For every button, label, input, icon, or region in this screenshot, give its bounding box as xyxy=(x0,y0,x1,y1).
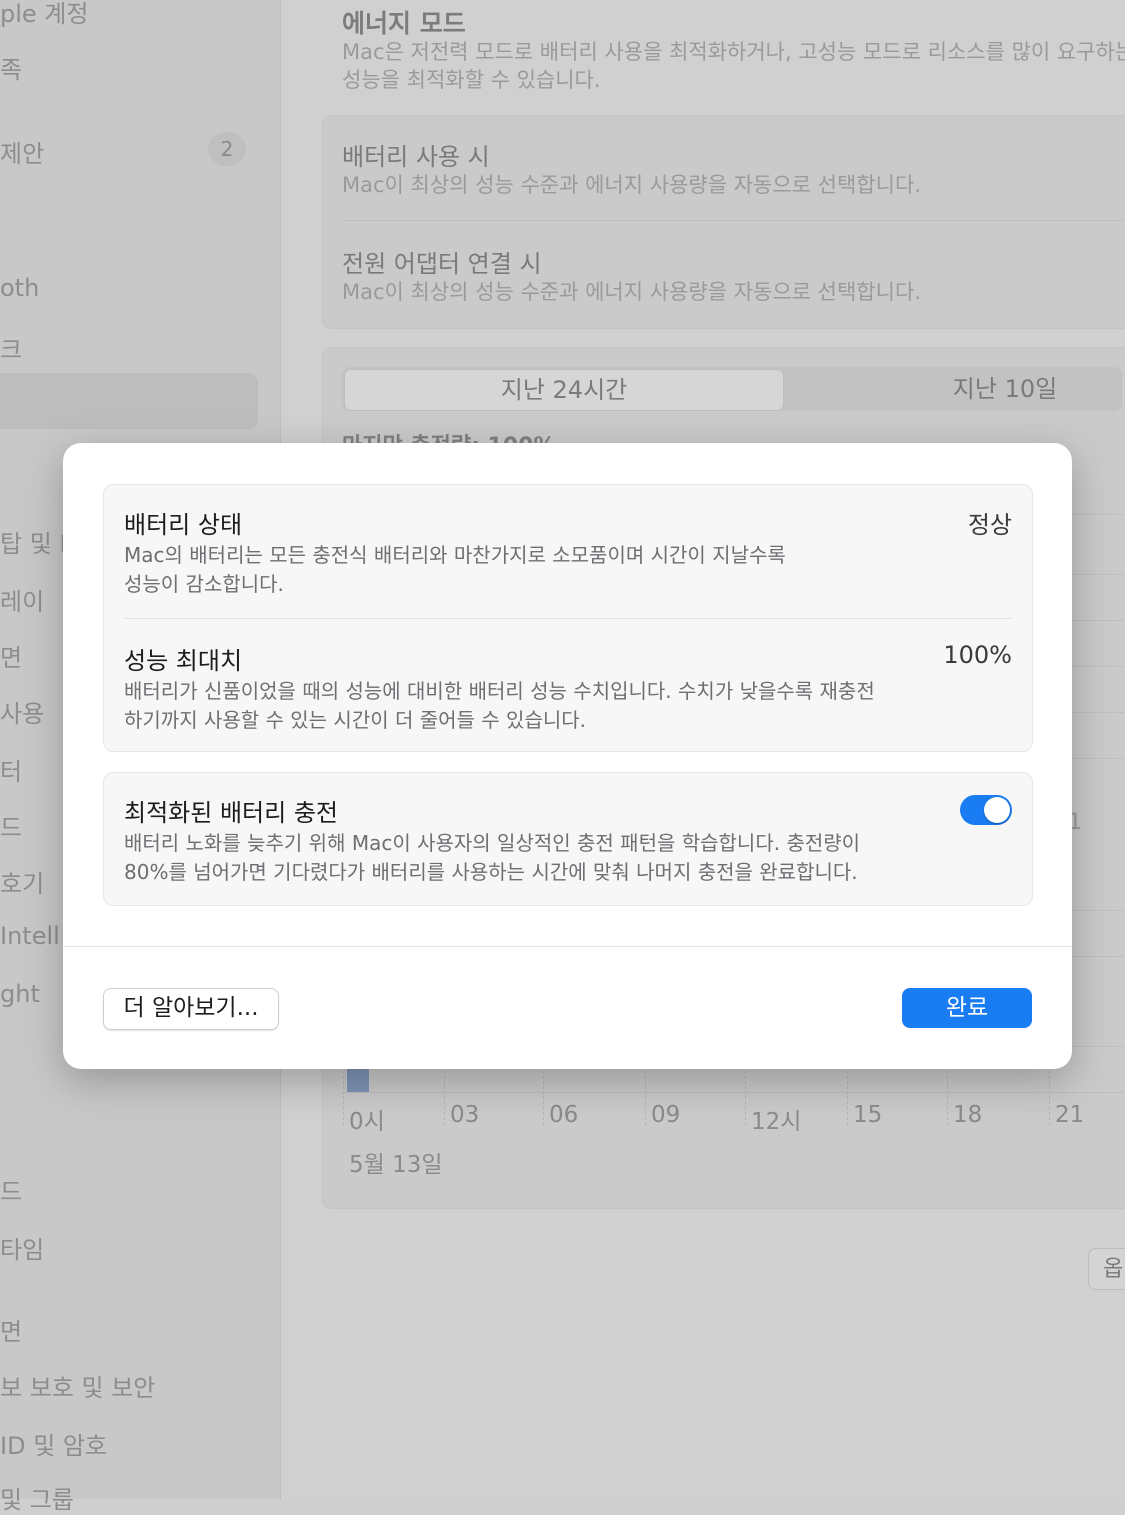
sidebar-selected-item[interactable] xyxy=(0,373,258,429)
sidebar-item[interactable]: 면 xyxy=(0,638,22,673)
sidebar-item[interactable]: 족 xyxy=(0,50,22,85)
sidebar-item[interactable]: 제안 xyxy=(0,134,44,169)
chart-tick-label: 18 xyxy=(953,1102,983,1128)
chart-tick-label: 09 xyxy=(651,1102,681,1128)
sidebar-item[interactable]: ght xyxy=(0,980,40,1008)
sidebar-badge: 2 xyxy=(208,132,246,166)
energy-card-divider xyxy=(342,220,1125,221)
sidebar-item[interactable]: ID 및 암호 xyxy=(0,1426,107,1461)
energy-mode-desc-2: 성능을 최적화할 수 있습니다. xyxy=(342,68,601,92)
toggle-knob xyxy=(984,797,1010,823)
sidebar-item[interactable]: Intell xyxy=(0,922,60,950)
chart-date-label: 5월 13일 xyxy=(349,1152,443,1178)
sidebar-item[interactable]: 레이 xyxy=(0,582,44,617)
sidebar-item[interactable]: ple 계정 xyxy=(0,0,88,29)
optimized-charging-title: 최적화된 배터리 충전 xyxy=(124,799,338,827)
battery-status-title: 배터리 상태 xyxy=(124,511,243,539)
chart-tick-label: 06 xyxy=(549,1102,579,1128)
chart-tick-label: 21 xyxy=(1055,1102,1085,1128)
max-capacity-value: 100% xyxy=(943,641,1012,669)
sidebar-item[interactable]: 크 xyxy=(0,330,22,365)
max-capacity-desc-line-2: 하기까지 사용할 수 있는 시간이 더 줄어들 수 있습니다. xyxy=(124,708,587,732)
battery-status-desc-line-1: Mac의 배터리는 모든 충전식 배터리와 마찬가지로 소모품이며 시간이 지날… xyxy=(124,543,786,567)
energy-mode-title: 에너지 모드 xyxy=(342,9,466,38)
sidebar-item[interactable]: 드 xyxy=(0,1172,22,1207)
optimized-charging-desc-line-2: 80%를 넘어가면 기다렸다가 배터리를 사용하는 시간에 맞춰 나머지 충전을… xyxy=(124,860,858,884)
sidebar-item[interactable]: 보 보호 및 보안 xyxy=(0,1368,155,1403)
options-button[interactable]: 옵 xyxy=(1088,1248,1125,1290)
row-divider xyxy=(124,618,1012,619)
chart-tick-label: 15 xyxy=(853,1102,883,1128)
battery-use-desc: Mac이 최상의 성능 수준과 에너지 사용량을 자동으로 선택합니다. xyxy=(342,173,921,197)
adapter-title[interactable]: 전원 어댑터 연결 시 xyxy=(342,244,542,279)
done-button[interactable]: 완료 xyxy=(902,988,1032,1028)
sidebar-item[interactable]: 타임 xyxy=(0,1230,44,1265)
chart-tick-label: 0시 xyxy=(349,1109,385,1135)
chart-tick-label: 12시 xyxy=(751,1109,802,1135)
tab-last-24h[interactable]: 지난 24시간 xyxy=(344,369,784,411)
optimized-charging-desc-line-1: 배터리 노화를 늦추기 위해 Mac이 사용자의 일상적인 충전 패턴을 학습합… xyxy=(124,831,861,855)
chart-baseline xyxy=(342,1092,1125,1093)
adapter-desc: Mac이 최상의 성능 수준과 에너지 사용량을 자동으로 선택합니다. xyxy=(342,280,921,304)
optimized-charging-toggle[interactable] xyxy=(960,795,1012,825)
sidebar-item[interactable]: oth xyxy=(0,274,39,302)
learn-more-button[interactable]: 더 알아보기... xyxy=(103,988,279,1030)
tab-last-10d[interactable]: 지난 10일 xyxy=(900,369,1110,409)
battery-health-group: 배터리 상태 정상 Mac의 배터리는 모든 충전식 배터리와 마찬가지로 소모… xyxy=(103,484,1033,752)
sidebar-item[interactable]: 면 xyxy=(0,1312,22,1347)
energy-mode-desc-1: Mac은 저전력 모드로 배터리 사용을 최적화하거나, 고성능 모드로 리소스… xyxy=(342,40,1125,64)
battery-status-value: 정상 xyxy=(967,511,1012,539)
sidebar-item[interactable]: 사용 xyxy=(0,694,44,729)
sidebar-item[interactable]: 및 그룹 xyxy=(0,1480,74,1515)
optimized-charging-desc: 배터리 노화를 늦추기 위해 Mac이 사용자의 일상적인 충전 패턴을 학습합… xyxy=(124,829,914,887)
sidebar-item[interactable]: 호기 xyxy=(0,864,44,899)
battery-status-desc: Mac의 배터리는 모든 충전식 배터리와 마찬가지로 소모품이며 시간이 지날… xyxy=(124,541,924,599)
battery-use-title[interactable]: 배터리 사용 시 xyxy=(342,137,490,172)
max-capacity-title: 성능 최대치 xyxy=(124,647,243,675)
optimized-charging-group: 최적화된 배터리 충전 배터리 노화를 늦추기 위해 Mac이 사용자의 일상적… xyxy=(103,772,1033,906)
sidebar-item[interactable]: 터 xyxy=(0,752,22,787)
max-capacity-desc-line-1: 배터리가 신품이었을 때의 성능에 대비한 배터리 성능 수치입니다. 수치가 … xyxy=(124,679,875,703)
chart-tick-label: 03 xyxy=(450,1102,480,1128)
sheet-footer-divider xyxy=(63,946,1072,947)
max-capacity-desc: 배터리가 신품이었을 때의 성능에 대비한 배터리 성능 수치입니다. 수치가 … xyxy=(124,677,924,735)
battery-health-sheet: 배터리 상태 정상 Mac의 배터리는 모든 충전식 배터리와 마찬가지로 소모… xyxy=(63,443,1072,1069)
chart-bar xyxy=(347,1068,369,1092)
battery-status-desc-line-2: 성능이 감소합니다. xyxy=(124,572,284,596)
sidebar-item[interactable]: 드 xyxy=(0,808,22,843)
